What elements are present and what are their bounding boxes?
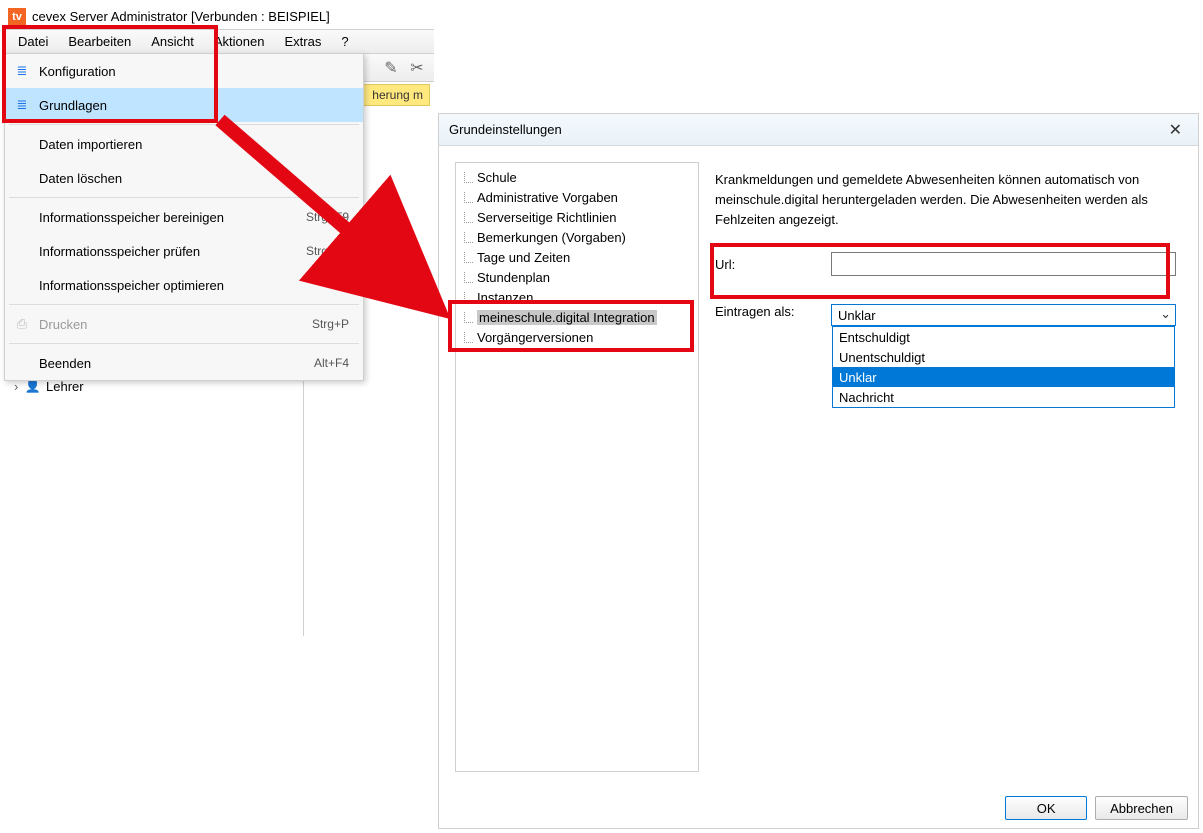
menu-extras[interactable]: Extras bbox=[274, 31, 331, 52]
dd-label: Drucken bbox=[39, 317, 87, 332]
description-text: Krankmeldungen und gemeldete Abwesenheit… bbox=[715, 170, 1155, 230]
combo-opt-nachricht[interactable]: Nachricht bbox=[833, 387, 1174, 407]
dd-grundlagen[interactable]: ≣ Grundlagen bbox=[5, 88, 363, 122]
menu-aktionen[interactable]: Aktionen bbox=[204, 31, 275, 52]
dd-label: Informationsspeicher prüfen bbox=[39, 244, 200, 259]
dialog-tree: Schule Administrative Vorgaben Serversei… bbox=[455, 162, 699, 772]
dd-drucken[interactable]: ⎙ Drucken Strg+P bbox=[5, 307, 363, 341]
dd-speicher-pruefen[interactable]: Informationsspeicher prüfen Strg+F8 bbox=[5, 234, 363, 268]
dd-separator bbox=[9, 304, 359, 305]
datei-dropdown: ≣ Konfiguration ≣ Grundlagen Daten impor… bbox=[4, 53, 364, 381]
url-row: Url: bbox=[715, 252, 1176, 276]
notification-text: herung m bbox=[372, 88, 423, 102]
menu-help[interactable]: ? bbox=[331, 31, 358, 52]
cut-icon[interactable]: ✂ bbox=[406, 57, 428, 79]
node-richtlinien[interactable]: Serverseitige Richtlinien bbox=[456, 207, 698, 227]
dd-speicher-optimieren[interactable]: Informationsspeicher optimieren bbox=[5, 268, 363, 302]
eintragen-label: Eintragen als: bbox=[715, 304, 831, 319]
node-stundenplan[interactable]: Stundenplan bbox=[456, 267, 698, 287]
ok-button[interactable]: OK bbox=[1005, 796, 1087, 820]
app-icon: tv bbox=[8, 8, 26, 26]
dialog-footer: OK Abbrechen bbox=[439, 788, 1198, 828]
dialog-right-panel: Krankmeldungen und gemeldete Abwesenheit… bbox=[705, 146, 1198, 788]
grundeinstellungen-dialog: Grundeinstellungen ✕ Schule Administrati… bbox=[438, 113, 1199, 829]
combo-opt-unklar[interactable]: Unklar bbox=[833, 367, 1174, 387]
eintragen-row: Eintragen als: Unklar Entschuldigt Unent… bbox=[715, 304, 1176, 326]
dd-konfiguration[interactable]: ≣ Konfiguration bbox=[5, 54, 363, 88]
dd-speicher-bereinigen[interactable]: Informationsspeicher bereinigen Strg+F9 bbox=[5, 200, 363, 234]
menu-bearbeiten[interactable]: Bearbeiten bbox=[58, 31, 141, 52]
cancel-button[interactable]: Abbrechen bbox=[1095, 796, 1188, 820]
dd-shortcut: Strg+F9 bbox=[306, 210, 349, 224]
dd-shortcut: Alt+F4 bbox=[314, 356, 349, 370]
url-input[interactable] bbox=[831, 252, 1176, 276]
combo-opt-unentschuldigt[interactable]: Unentschuldigt bbox=[833, 347, 1174, 367]
titlebar: tv cevex Server Administrator [Verbunden… bbox=[4, 4, 434, 30]
dd-daten-importieren[interactable]: Daten importieren bbox=[5, 127, 363, 161]
node-vorgaengerversionen[interactable]: Vorgängerversionen bbox=[456, 327, 698, 347]
dd-label: Daten importieren bbox=[39, 137, 142, 152]
edit-icon[interactable]: ✎ bbox=[380, 57, 402, 79]
dd-beenden[interactable]: Beenden Alt+F4 bbox=[5, 346, 363, 380]
dd-separator bbox=[9, 343, 359, 344]
dd-shortcut: Strg+F8 bbox=[306, 244, 349, 258]
menu-ansicht[interactable]: Ansicht bbox=[141, 31, 204, 52]
node-tage-zeiten[interactable]: Tage und Zeiten bbox=[456, 247, 698, 267]
node-admin-vorgaben[interactable]: Administrative Vorgaben bbox=[456, 187, 698, 207]
list-icon: ≣ bbox=[13, 96, 31, 114]
dialog-body: Schule Administrative Vorgaben Serversei… bbox=[439, 146, 1198, 788]
close-icon[interactable]: ✕ bbox=[1163, 118, 1188, 142]
dialog-titlebar: Grundeinstellungen ✕ bbox=[439, 114, 1198, 146]
node-instanzen[interactable]: Instanzen bbox=[456, 287, 698, 307]
node-meineschule-integration[interactable]: meineschule.digital Integration bbox=[456, 307, 698, 327]
eintragen-combo[interactable]: Unklar Entschuldigt Unentschuldigt Unkla… bbox=[831, 304, 1176, 326]
combo-value: Unklar bbox=[838, 308, 876, 323]
dd-label: Daten löschen bbox=[39, 171, 122, 186]
dd-label: Beenden bbox=[39, 356, 91, 371]
combo-opt-entschuldigt[interactable]: Entschuldigt bbox=[833, 327, 1174, 347]
list-icon: ≣ bbox=[13, 62, 31, 80]
dd-label: Informationsspeicher optimieren bbox=[39, 278, 224, 293]
dd-shortcut: Strg+P bbox=[312, 317, 349, 331]
dd-daten-loeschen[interactable]: Daten löschen bbox=[5, 161, 363, 195]
dd-separator bbox=[9, 124, 359, 125]
combo-list: Entschuldigt Unentschuldigt Unklar Nachr… bbox=[832, 326, 1175, 408]
sidebar-tree: ⚙ Berechnungsprofile ◉ Organisationseinh… bbox=[4, 336, 304, 636]
menubar: Datei Bearbeiten Ansicht Aktionen Extras… bbox=[4, 30, 434, 54]
dd-separator bbox=[9, 197, 359, 198]
printer-icon: ⎙ bbox=[13, 315, 31, 333]
dialog-title: Grundeinstellungen bbox=[449, 122, 562, 137]
dd-label: Informationsspeicher bereinigen bbox=[39, 210, 224, 225]
node-bemerkungen[interactable]: Bemerkungen (Vorgaben) bbox=[456, 227, 698, 247]
window-title: cevex Server Administrator [Verbunden : … bbox=[32, 9, 330, 24]
menu-datei[interactable]: Datei bbox=[8, 31, 58, 52]
url-label: Url: bbox=[715, 257, 831, 272]
dd-label: Konfiguration bbox=[39, 64, 116, 79]
node-schule[interactable]: Schule bbox=[456, 167, 698, 187]
dd-label: Grundlagen bbox=[39, 98, 107, 113]
